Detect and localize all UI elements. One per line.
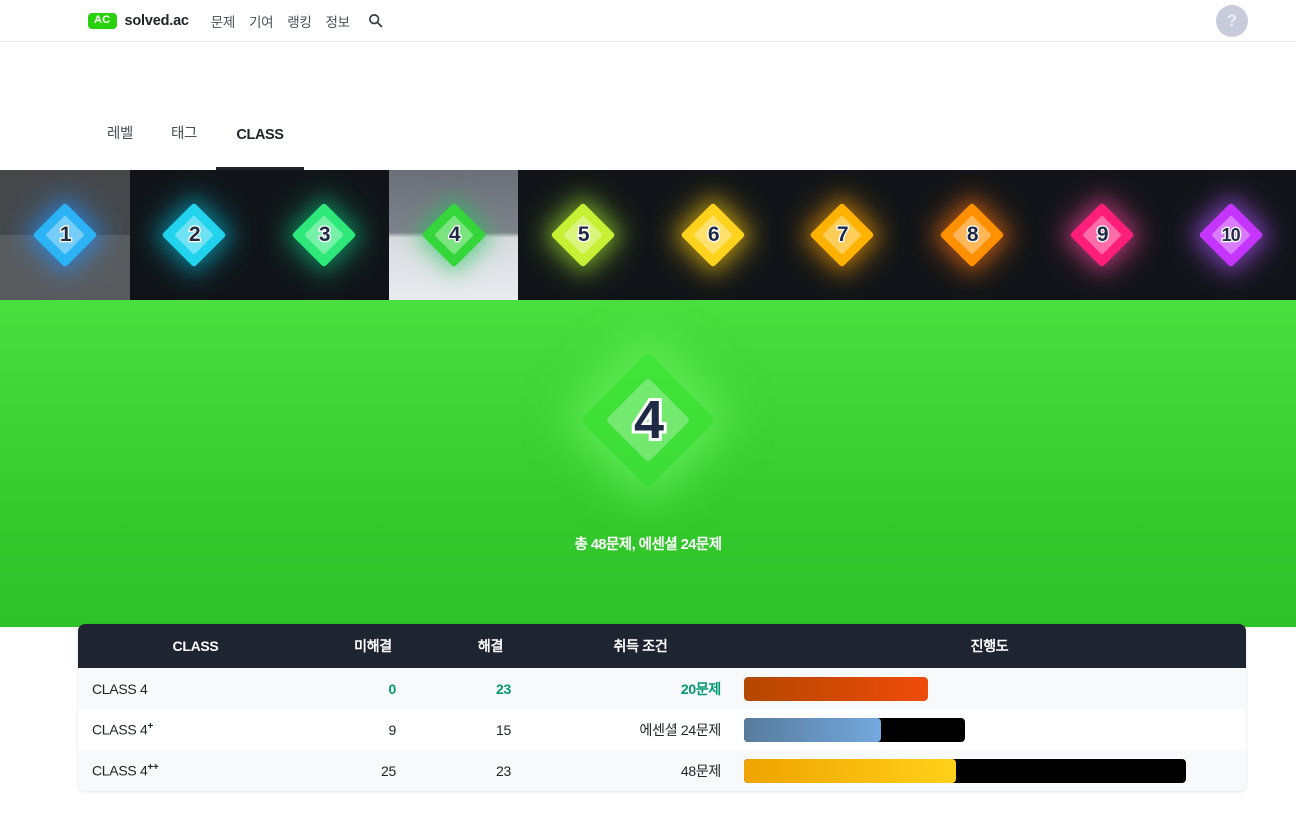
class-gem-wrap: 9 [1069, 202, 1135, 268]
class-tile-number: 8 [965, 222, 978, 248]
class-name-suffix: + [147, 721, 154, 733]
cell-condition: 20문제 [680, 680, 721, 697]
class-tile-7[interactable]: 7 [777, 170, 908, 300]
header-progress: 진행도 [970, 638, 1009, 654]
class-strip: 1 2 3 4 5 6 7 8 9 10 [0, 170, 1296, 300]
cell-progress [733, 750, 1246, 791]
class-tile-3[interactable]: 3 [259, 170, 389, 300]
nav-links: 문제 기여 랭킹 정보 [211, 11, 350, 31]
class-tile-number: 9 [1095, 222, 1108, 248]
tab-class[interactable]: CLASS [216, 127, 304, 170]
cell-unsolved-count: 0 [388, 680, 397, 697]
page-tabs: 레벨 태그 CLASS [0, 42, 1296, 170]
class-gem-wrap: 10 [1198, 202, 1264, 268]
class-tile-number: 3 [317, 222, 330, 248]
progress-bar-fill [744, 676, 928, 701]
class-tile-5[interactable]: 5 [518, 170, 648, 300]
cell-solved-count: 23 [496, 680, 511, 697]
class-tile-number: 5 [577, 222, 590, 248]
class-tile-8[interactable]: 8 [907, 170, 1037, 300]
header-class: CLASS [172, 638, 219, 654]
class-tile-9[interactable]: 9 [1036, 170, 1167, 300]
progress-bar-track [744, 676, 928, 701]
class-name-label: CLASS 4 [92, 721, 148, 738]
nav-link-info[interactable]: 정보 [326, 11, 351, 31]
cell-class-name: CLASS 4+ [78, 709, 313, 750]
hero-subtitle: 총 48문제, 에센셜 24문제 [574, 537, 722, 553]
class-gem-icon: 3 [291, 202, 357, 268]
class-progress-table: CLASS 미해결 해결 취득 조건 진행도 CLASS 4 0 23 20문제 CLA… [78, 624, 1246, 791]
class-tile-2[interactable]: 2 [129, 170, 260, 300]
class-gem-wrap: 3 [291, 202, 357, 268]
cell-condition: 에센셜 24문제 [639, 721, 722, 738]
brand-name: solved.ac [124, 12, 189, 29]
brand-badge: AC [88, 12, 117, 29]
class-tile-4[interactable]: 4 [388, 170, 519, 300]
class-gem-wrap: 8 [939, 202, 1005, 268]
class-gem-wrap: 4 [421, 202, 487, 268]
class-gem-wrap: 1 [32, 202, 98, 268]
class-gem-number: 4 [631, 387, 665, 453]
class-tile-6[interactable]: 6 [647, 170, 778, 300]
brand-logo[interactable]: AC solved.ac [88, 12, 189, 29]
progress-bar-track [744, 758, 1186, 783]
cell-class-name: CLASS 4 [78, 668, 313, 709]
cell-unsolved-count: 25 [381, 762, 396, 779]
class-gem-icon: 2 [161, 202, 227, 268]
table-row[interactable]: CLASS 4 0 23 20문제 [78, 668, 1246, 709]
class-gem-icon: 4 [421, 202, 487, 268]
class-gem-wrap: 6 [680, 202, 746, 268]
class-name-label: CLASS 4 [92, 680, 148, 697]
class-tile-1[interactable]: 1 [0, 170, 130, 300]
nav-link-problems[interactable]: 문제 [211, 11, 236, 31]
class-gem-icon: 9 [1069, 202, 1135, 268]
nav-link-ranking[interactable]: 랭킹 [287, 11, 312, 31]
table-row[interactable]: CLASS 4++ 25 23 48문제 [78, 750, 1246, 791]
class-gem-wrap: 2 [161, 202, 227, 268]
top-navbar: AC solved.ac 문제 기여 랭킹 정보 ? [0, 0, 1296, 42]
avatar[interactable]: ? [1216, 5, 1248, 37]
class-tile-number: 7 [836, 222, 849, 248]
header-unsolved: 미해결 [354, 638, 392, 654]
class-gem-icon: 6 [680, 202, 746, 268]
class-tile-number: 2 [188, 222, 201, 248]
class-tile-10[interactable]: 10 [1166, 170, 1296, 300]
progress-bar-fill [744, 717, 882, 742]
tab-tag[interactable]: 태그 [152, 122, 216, 170]
cell-solved-count: 15 [496, 721, 511, 738]
class-gem-wrap: 5 [550, 202, 616, 268]
header-condition: 취득 조건 [613, 638, 668, 654]
hero-section: 4 총 48문제, 에센셜 24문제 [0, 300, 1296, 627]
cell-progress [733, 668, 1246, 709]
class-name-label: CLASS 4 [92, 762, 148, 779]
cell-progress [733, 709, 1246, 750]
class-gem-large: 4 [580, 352, 716, 488]
class-tile-number: 4 [447, 222, 460, 248]
class-gem-icon: 10 [1198, 202, 1264, 268]
class-gem-icon: 1 [32, 202, 98, 268]
avatar-label: ? [1226, 11, 1238, 30]
header-solved: 해결 [477, 638, 504, 654]
cell-class-name: CLASS 4++ [78, 750, 313, 791]
class-gem-icon: 5 [550, 202, 616, 268]
cell-solved-count: 23 [496, 762, 511, 779]
class-gem-icon: 8 [939, 202, 1005, 268]
class-gem-wrap: 7 [809, 202, 875, 268]
class-tile-number: 10 [1221, 223, 1242, 246]
class-name-suffix: ++ [147, 762, 159, 774]
class-gem-icon: 7 [809, 202, 875, 268]
search-icon[interactable] [368, 13, 383, 28]
class-tile-number: 1 [58, 222, 71, 248]
tab-level[interactable]: 레벨 [88, 122, 152, 170]
progress-bar-track [744, 717, 965, 742]
progress-bar-fill [744, 758, 957, 783]
class-tile-number: 6 [706, 222, 719, 248]
cell-unsolved-count: 9 [388, 721, 397, 738]
table-header-row: CLASS 미해결 해결 취득 조건 진행도 [78, 624, 1246, 668]
table-row[interactable]: CLASS 4+ 9 15 에센셜 24문제 [78, 709, 1246, 750]
nav-link-contribute[interactable]: 기여 [249, 11, 274, 31]
cell-condition: 48문제 [680, 762, 721, 779]
